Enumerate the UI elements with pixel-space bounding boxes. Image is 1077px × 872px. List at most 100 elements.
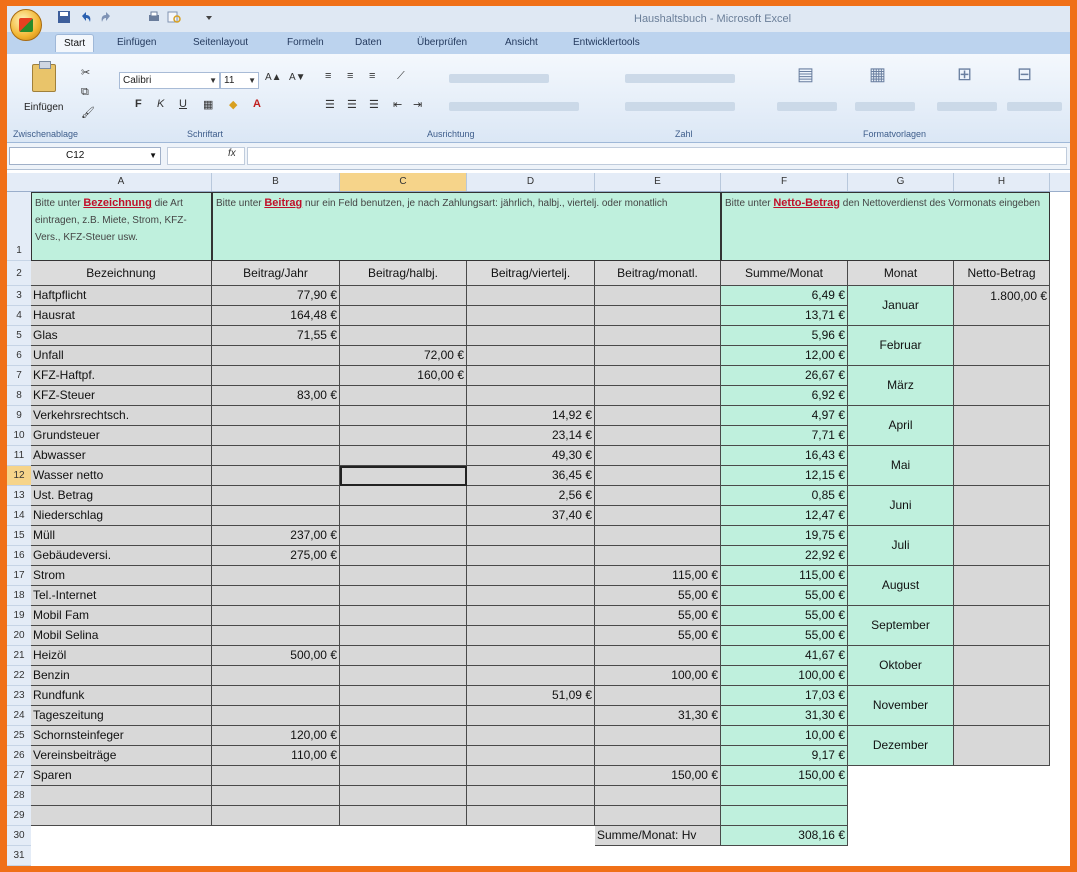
cell-a[interactable]: Strom <box>31 566 212 586</box>
cell-c[interactable] <box>340 326 467 346</box>
cell-a[interactable]: Tageszeitung <box>31 706 212 726</box>
cell-e[interactable] <box>595 386 721 406</box>
wrap-text-button[interactable] <box>449 74 549 83</box>
fx-button-area[interactable]: fx <box>167 147 245 165</box>
cell-d[interactable] <box>467 786 595 806</box>
cell-b[interactable]: 71,55 € <box>212 326 340 346</box>
cell-c[interactable] <box>340 606 467 626</box>
cell-f[interactable] <box>721 786 848 806</box>
office-button[interactable] <box>10 9 42 41</box>
row-header[interactable]: 31 <box>7 846 31 866</box>
shrink-font-icon[interactable]: A▼ <box>289 72 306 83</box>
cell-d[interactable] <box>467 306 595 326</box>
cell-d[interactable]: 2,56 € <box>467 486 595 506</box>
cell-b[interactable]: 500,00 € <box>212 646 340 666</box>
cell-c[interactable] <box>340 526 467 546</box>
cell-f[interactable]: 0,85 € <box>721 486 848 506</box>
cell-e[interactable]: 150,00 € <box>595 766 721 786</box>
cell-b[interactable]: 77,90 € <box>212 286 340 306</box>
cell-d[interactable] <box>467 566 595 586</box>
cell-e[interactable] <box>595 646 721 666</box>
cell-a[interactable]: Gebäudeversi. <box>31 546 212 566</box>
cell-d[interactable] <box>467 726 595 746</box>
cell-d[interactable] <box>467 606 595 626</box>
cell-a[interactable]: Grundsteuer <box>31 426 212 446</box>
insert-cells-icon[interactable]: ⊞ <box>957 64 972 85</box>
row-header[interactable]: 22 <box>7 666 31 686</box>
tab-ueberpruefen[interactable]: Überprüfen <box>417 37 467 48</box>
cell-b[interactable] <box>212 446 340 466</box>
month-cell[interactable]: Januar <box>848 286 954 326</box>
row-header[interactable]: 7 <box>7 366 31 386</box>
row-header[interactable]: 14 <box>7 506 31 526</box>
cell-e[interactable] <box>595 306 721 326</box>
cell-e[interactable] <box>595 526 721 546</box>
header-cell[interactable]: Beitrag/viertelj. <box>467 261 595 286</box>
column-header-e[interactable]: E <box>595 173 721 191</box>
cell-d[interactable] <box>467 666 595 686</box>
print-preview-icon[interactable] <box>167 10 181 24</box>
row-header[interactable]: 25 <box>7 726 31 746</box>
cell-a[interactable]: Ust. Betrag <box>31 486 212 506</box>
align-bottom-icon[interactable]: ≡ <box>369 70 375 82</box>
month-cell[interactable]: April <box>848 406 954 446</box>
netto-cell[interactable] <box>954 686 1050 726</box>
align-middle-icon[interactable]: ≡ <box>347 70 353 82</box>
netto-cell[interactable] <box>954 366 1050 406</box>
row-header[interactable]: 2 <box>7 261 31 286</box>
align-left-icon[interactable]: ☰ <box>325 98 335 111</box>
cell-e[interactable] <box>595 426 721 446</box>
name-box[interactable]: C12 ▼ <box>9 147 161 165</box>
fill-color-icon[interactable]: ◆ <box>229 98 237 111</box>
cell-b[interactable] <box>212 806 340 826</box>
cell-f[interactable]: 12,47 € <box>721 506 848 526</box>
row-header[interactable]: 27 <box>7 766 31 786</box>
cell-d[interactable] <box>467 286 595 306</box>
cell-a[interactable]: Müll <box>31 526 212 546</box>
cell-d[interactable] <box>467 626 595 646</box>
netto-cell[interactable] <box>954 486 1050 526</box>
cell-f[interactable]: 9,17 € <box>721 746 848 766</box>
redo-icon[interactable] <box>99 10 113 24</box>
cell-b[interactable] <box>212 686 340 706</box>
cell-e[interactable] <box>595 746 721 766</box>
cell-d[interactable] <box>467 386 595 406</box>
cell-e[interactable]: 100,00 € <box>595 666 721 686</box>
cell-d[interactable] <box>467 806 595 826</box>
cell-d[interactable]: 37,40 € <box>467 506 595 526</box>
cell-b[interactable]: 120,00 € <box>212 726 340 746</box>
month-cell[interactable]: Februar <box>848 326 954 366</box>
cell-b[interactable] <box>212 426 340 446</box>
cell-b[interactable] <box>212 366 340 386</box>
cell-b[interactable] <box>212 566 340 586</box>
borders-icon[interactable]: ▦ <box>203 98 213 111</box>
month-cell[interactable]: Juli <box>848 526 954 566</box>
cell-f[interactable]: 19,75 € <box>721 526 848 546</box>
cell-d[interactable] <box>467 706 595 726</box>
cell-b[interactable] <box>212 706 340 726</box>
cell-c[interactable]: 72,00 € <box>340 346 467 366</box>
row-header[interactable]: 5 <box>7 326 31 346</box>
format-painter-icon[interactable]: 🖌 <box>81 106 95 119</box>
netto-cell[interactable] <box>954 606 1050 646</box>
italic-icon[interactable]: K <box>157 98 164 110</box>
cell-d[interactable] <box>467 746 595 766</box>
cell-c[interactable] <box>340 666 467 686</box>
row-header[interactable]: 18 <box>7 586 31 606</box>
note-bezeichnung[interactable]: Bitte unter Bezeichnung die Art eintrage… <box>31 192 212 261</box>
cell-b[interactable]: 275,00 € <box>212 546 340 566</box>
cell-f[interactable]: 55,00 € <box>721 626 848 646</box>
cell-b[interactable] <box>212 486 340 506</box>
cell-c[interactable] <box>340 786 467 806</box>
cell-c[interactable] <box>340 286 467 306</box>
cell-f[interactable]: 100,00 € <box>721 666 848 686</box>
row-header[interactable]: 28 <box>7 786 31 806</box>
cell-b[interactable]: 164,48 € <box>212 306 340 326</box>
align-right-icon[interactable]: ☰ <box>369 98 379 111</box>
cell-a[interactable]: Mobil Fam <box>31 606 212 626</box>
cell-c[interactable] <box>340 766 467 786</box>
cell-e[interactable] <box>595 466 721 486</box>
align-top-icon[interactable]: ≡ <box>325 70 331 82</box>
cell-d[interactable] <box>467 526 595 546</box>
cell-a[interactable]: Unfall <box>31 346 212 366</box>
